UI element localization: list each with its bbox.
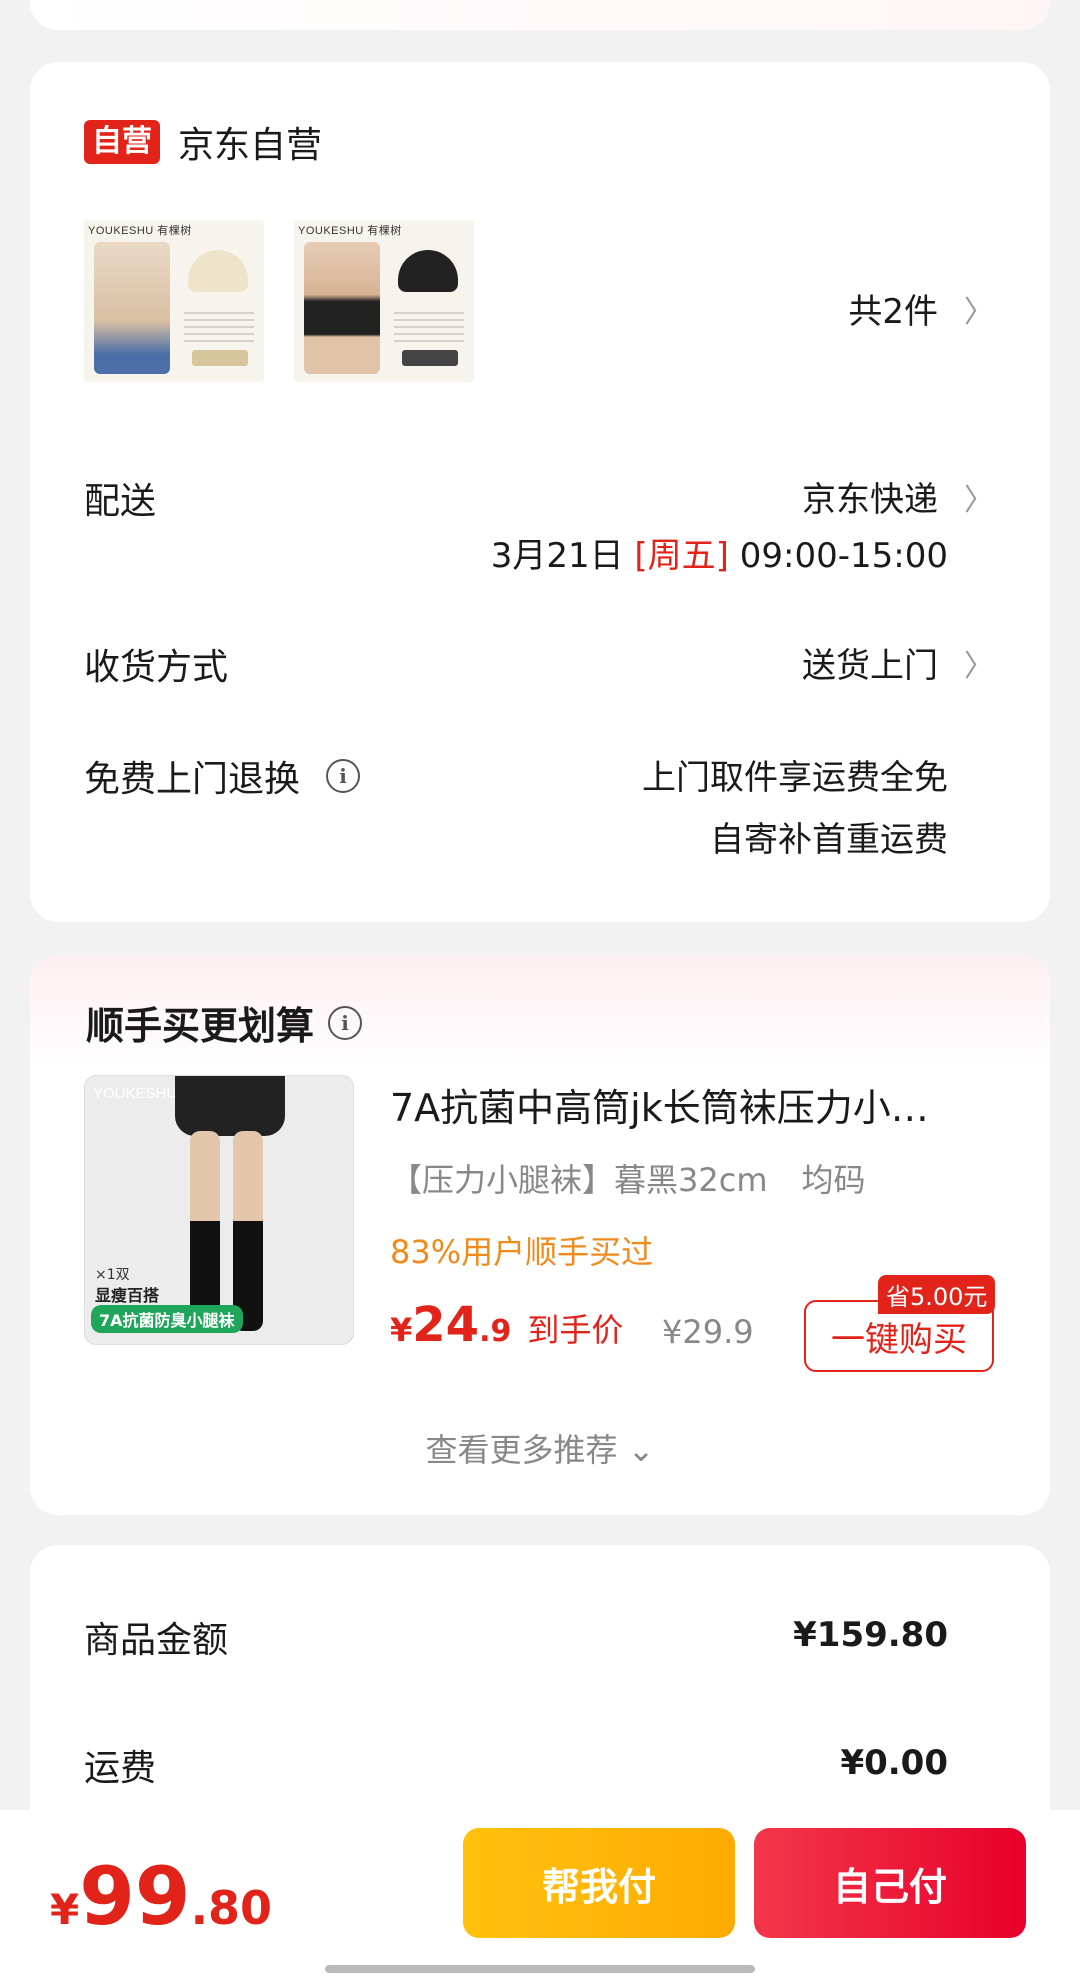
shipping-value: ¥0.00 — [840, 1743, 948, 1783]
model-image — [304, 242, 380, 374]
shop-row: 自营 京东自营 — [84, 116, 322, 168]
recommendation-title-text: 顺手买更划算 — [86, 1004, 315, 1048]
total-integer: 99 — [79, 1850, 191, 1943]
receive-method[interactable]: 送货上门 〉 — [802, 638, 994, 687]
bra-image — [188, 250, 248, 292]
recommendation-title: 顺手买更划算 i — [86, 995, 363, 1050]
previous-card — [30, 0, 1050, 30]
original-price: ¥29.9 — [662, 1313, 754, 1351]
thumbnail-brand: YOUKESHU 有棵树 — [298, 225, 402, 237]
goods-amount-label: 商品金额 — [84, 1620, 229, 1661]
product-thumbnail[interactable]: YOUKESHU 有棵树 — [294, 220, 474, 382]
image-note-pair: ×1双 — [95, 1267, 130, 1283]
price-label: 到手价 — [527, 1311, 624, 1349]
model-image — [94, 242, 170, 374]
item-count-label: 共2件 — [848, 292, 938, 332]
delivery-carrier[interactable]: 京东快递 〉 — [802, 472, 994, 521]
savings-badge: 省5.00元 — [878, 1275, 996, 1314]
color-pill — [192, 350, 248, 366]
delivery-weekday: [周五] — [634, 536, 729, 576]
price-symbol: ¥ — [390, 1311, 413, 1349]
shop-name[interactable]: 京东自营 — [178, 116, 322, 168]
goods-amount-value: ¥159.80 — [793, 1615, 948, 1655]
recommended-product-name[interactable]: 7A抗菌中高筒jk长筒袜压力小… — [390, 1077, 1010, 1132]
recommended-product-spec[interactable]: 【压力小腿袜】暮黑32cm 均码 — [390, 1155, 866, 1201]
price-integer: 24 — [412, 1297, 480, 1353]
recommendation-card: 顺手买更划算 i YOUKESHU 有棵树 ×1双 显瘦百搭 7A抗菌防臭小腿袜… — [30, 955, 1050, 1515]
chevron-right-icon: 〉 — [964, 294, 994, 330]
leg-graphic — [190, 1131, 220, 1331]
thumbnail-brand: YOUKESHU 有棵树 — [88, 225, 192, 237]
skirt-graphic — [175, 1076, 285, 1136]
chevron-right-icon: 〉 — [964, 648, 994, 684]
purchase-percent: 83%用户顺手买过 — [390, 1233, 654, 1271]
receive-label: 收货方式 — [84, 647, 229, 688]
receive-value: 送货上门 — [802, 646, 938, 686]
delivery-window: 09:00-15:00 — [739, 536, 948, 576]
pay-myself-button[interactable]: 自己付 — [754, 1828, 1026, 1938]
info-icon[interactable]: i — [326, 759, 361, 793]
see-more-recommendations[interactable]: 查看更多推荐 ⌄ — [30, 1425, 1050, 1471]
product-copy — [394, 312, 464, 342]
returns-row: 免费上门退换 i — [84, 750, 361, 802]
color-pill — [402, 350, 458, 366]
total-price: ¥ 99 .80 — [50, 1850, 272, 1943]
shipping-label: 运费 — [84, 1748, 157, 1789]
image-note-style: 显瘦百搭 — [95, 1286, 160, 1305]
item-count[interactable]: 共2件 〉 — [848, 284, 994, 333]
order-card: 自营 京东自营 YOUKESHU 有棵树 YOUKESHU 有棵树 共2件 〉 … — [30, 62, 1050, 922]
chevron-right-icon: 〉 — [964, 482, 994, 518]
recommended-product-image[interactable]: YOUKESHU 有棵树 ×1双 显瘦百搭 7A抗菌防臭小腿袜 — [84, 1075, 354, 1345]
carrier-name: 京东快递 — [802, 480, 938, 520]
checkout-bar: ¥ 99 .80 帮我付 自己付 — [0, 1810, 1080, 1977]
returns-line1: 上门取件享运费全免 — [642, 758, 948, 798]
spec-size: 均码 — [801, 1161, 866, 1199]
total-decimal: .80 — [190, 1881, 273, 1935]
leg-graphic — [233, 1131, 263, 1331]
returns-label: 免费上门退换 — [84, 759, 301, 800]
bra-image — [398, 250, 458, 292]
delivery-date: 3月21日 — [490, 536, 624, 576]
delivery-label: 配送 — [84, 481, 157, 522]
delivery-time[interactable]: 3月21日 [周五] 09:00-15:00 — [491, 528, 948, 577]
self-operated-tag: 自营 — [84, 120, 160, 164]
total-symbol: ¥ — [50, 1885, 80, 1934]
returns-line2: 自寄补首重运费 — [710, 820, 948, 860]
help-me-pay-button[interactable]: 帮我付 — [463, 1828, 735, 1938]
product-copy — [184, 312, 254, 342]
price-decimal: .9 — [479, 1314, 512, 1349]
info-icon[interactable]: i — [328, 1005, 363, 1040]
image-badge: 7A抗菌防臭小腿袜 — [91, 1305, 243, 1333]
product-thumbnail[interactable]: YOUKESHU 有棵树 — [84, 220, 264, 382]
home-indicator[interactable] — [325, 1965, 755, 1973]
spec-variant: 【压力小腿袜】暮黑32cm — [390, 1161, 768, 1199]
product-thumbnails[interactable]: YOUKESHU 有棵树 YOUKESHU 有棵树 — [84, 220, 474, 382]
final-price: ¥ 24 .9 到手价 — [390, 1297, 623, 1353]
